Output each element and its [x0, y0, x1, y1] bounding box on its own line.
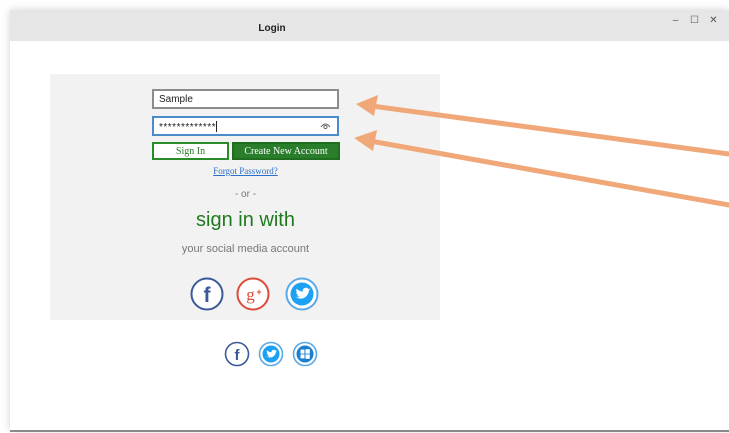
arrow-to-username — [369, 103, 729, 157]
window-bottom-border — [10, 430, 729, 432]
arrowhead-password — [354, 130, 377, 151]
annotation-arrows — [354, 95, 729, 208]
arrowhead-username — [356, 95, 378, 116]
arrow-to-password — [367, 138, 729, 208]
